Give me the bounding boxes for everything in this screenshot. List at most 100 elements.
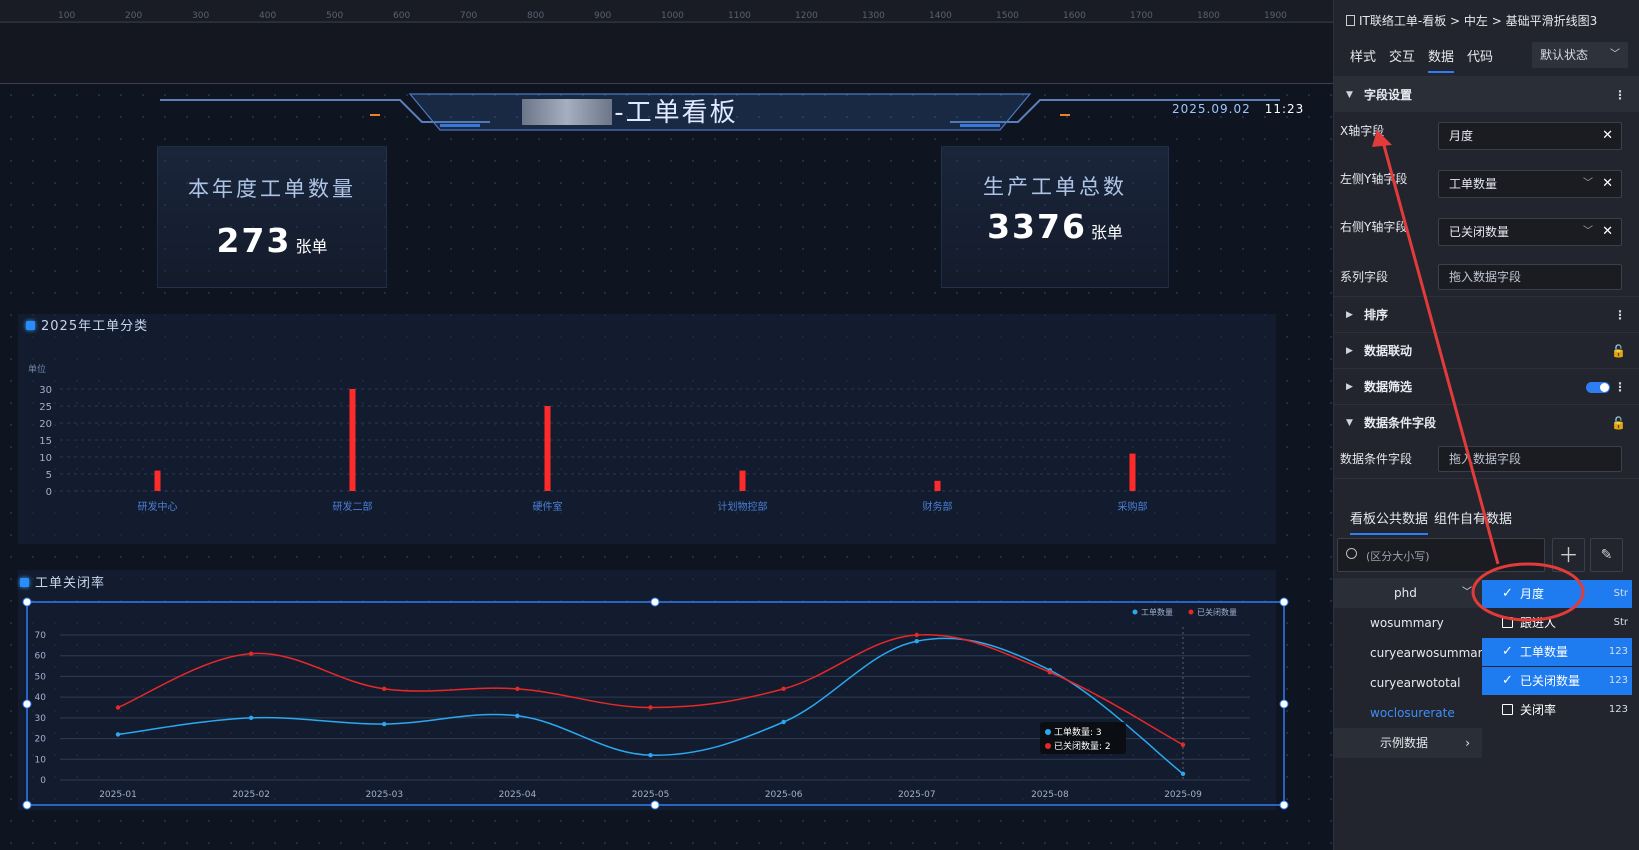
data-point[interactable] — [1180, 742, 1186, 747]
add-button[interactable]: ＋ — [1552, 538, 1585, 572]
caret-down-icon: ▼ — [1346, 418, 1353, 428]
lock-icon[interactable]: 🔓 — [1611, 333, 1626, 369]
field-item[interactable]: ✓ 已关闭数量 123 — [1482, 667, 1632, 695]
field-item[interactable]: 跟进人 Str — [1482, 609, 1632, 637]
clear-icon[interactable]: ✕ — [1602, 123, 1613, 149]
toggle-knob — [1600, 383, 1609, 392]
clear-icon[interactable]: ✕ — [1602, 171, 1613, 197]
data-point[interactable] — [1180, 771, 1186, 776]
condition-field-dropzone[interactable]: 拖入数据字段 — [1438, 446, 1622, 472]
package-item[interactable]: wosummary — [1334, 608, 1482, 638]
tab-data[interactable]: 数据 — [1428, 46, 1455, 73]
data-point[interactable] — [781, 686, 786, 692]
tooltip-text: 已关闭数量: 2 — [1054, 740, 1111, 752]
left-y-field[interactable]: 工单数量 ﹀ ✕ — [1438, 170, 1622, 198]
caret-right-icon: ▶ — [1346, 382, 1353, 392]
data-point[interactable] — [914, 639, 919, 644]
left-y-field-label: 左侧Y轴字段 — [1340, 172, 1408, 186]
search-icon — [1346, 548, 1357, 559]
x-tick-label: 2025-09 — [1164, 790, 1202, 800]
package-item[interactable]: curyearwosummary — [1334, 638, 1490, 668]
resize-handle[interactable] — [22, 699, 32, 709]
data-point[interactable] — [648, 752, 653, 758]
section-title: 数据条件字段 — [1364, 416, 1437, 430]
tab-interaction[interactable]: 交互 — [1389, 46, 1415, 65]
more-icon[interactable]: ⋮ — [1614, 297, 1626, 333]
series-field-label: 系列字段 — [1340, 270, 1389, 284]
series-field-dropzone[interactable]: 拖入数据字段 — [1438, 264, 1622, 290]
section-data-filter[interactable]: ▶ 数据筛选 ⋮ — [1334, 368, 1639, 404]
checkmark-icon: ✓ — [1502, 586, 1513, 601]
data-point[interactable] — [515, 686, 520, 692]
data-point[interactable] — [382, 721, 387, 727]
chevron-down-icon: ﹀ — [1610, 49, 1620, 60]
data-point[interactable] — [781, 719, 786, 725]
tab-public-data[interactable]: 看板公共数据 — [1350, 508, 1429, 535]
tooltip-marker — [1045, 743, 1051, 749]
field-name: 工单数量 — [1520, 645, 1569, 659]
data-point[interactable] — [115, 732, 121, 737]
data-point[interactable] — [515, 713, 520, 718]
data-point[interactable] — [115, 705, 121, 710]
resize-handle[interactable] — [650, 597, 660, 607]
resize-handle[interactable] — [1279, 699, 1289, 709]
section-field-settings[interactable]: ▼ 字段设置 ⋮ — [1334, 76, 1639, 112]
state-select-value: 默认状态 — [1540, 48, 1589, 62]
resize-handle[interactable] — [22, 597, 32, 607]
field-name: 已关闭数量 — [1520, 674, 1581, 688]
package-item-active[interactable]: woclosurerate — [1334, 698, 1482, 728]
right-y-field-label: 右侧Y轴字段 — [1340, 220, 1408, 234]
checkbox[interactable] — [1502, 617, 1513, 628]
y-tick-label: 40 — [35, 693, 47, 703]
clear-icon[interactable]: ✕ — [1602, 219, 1613, 245]
field-type: 123 — [1608, 704, 1628, 715]
field-item[interactable]: ✓ 工单数量 123 — [1482, 638, 1632, 666]
section-data-linkage[interactable]: ▶ 数据联动 🔓 — [1334, 332, 1639, 368]
tab-own-data[interactable]: 组件自有数据 — [1434, 508, 1512, 527]
section-title: 字段设置 — [1364, 88, 1413, 102]
section-data-condition[interactable]: ▼ 数据条件字段 🔓 — [1334, 404, 1639, 440]
series-line[interactable] — [117, 633, 1184, 746]
config-panel: IT联络工单-看板 > 中左 > 基础平滑折线图3 样式 交互 数据 代码 默认… — [1333, 0, 1639, 850]
search-input[interactable]: (区分大小写) — [1337, 538, 1545, 572]
data-point[interactable] — [914, 632, 919, 638]
field-item[interactable]: ✓ 月度 Str — [1482, 580, 1632, 608]
data-point[interactable] — [248, 651, 254, 656]
field-item[interactable]: 关闭率 123 — [1482, 696, 1632, 724]
x-axis-field-label: X轴字段 — [1340, 124, 1385, 138]
lock-icon[interactable]: 🔓 — [1611, 405, 1626, 441]
tab-style[interactable]: 样式 — [1350, 46, 1376, 65]
sample-data-item[interactable]: 示例数据 › — [1334, 728, 1482, 758]
y-tick-label: 10 — [35, 755, 47, 765]
x-tick-label: 2025-05 — [632, 790, 670, 800]
x-tick-label: 2025-04 — [499, 790, 537, 800]
more-icon[interactable]: ⋮ — [1614, 77, 1626, 113]
selection-frame[interactable] — [26, 601, 1285, 806]
chevron-down-icon[interactable]: ﹀ — [1583, 219, 1593, 245]
package-item[interactable]: curyearwototal — [1334, 668, 1482, 698]
right-y-field[interactable]: 已关闭数量 ﹀ ✕ — [1438, 218, 1622, 246]
checkmark-icon: ✓ — [1502, 673, 1513, 688]
section-sort[interactable]: ▶ 排序 ⋮ — [1334, 296, 1639, 332]
edit-icon[interactable]: ✎ — [1590, 538, 1623, 572]
resize-handle[interactable] — [22, 800, 32, 810]
chevron-down-icon: ﹀ — [1462, 587, 1472, 598]
x-axis-field[interactable]: 月度 ✕ — [1438, 122, 1622, 150]
editor-canvas[interactable]: 100 200 300 400 500 600 700 800 900 1000 1100 1200 1… — [0, 0, 1333, 850]
resize-handle[interactable] — [650, 800, 660, 810]
package-phd[interactable]: phd ﹀ — [1334, 578, 1482, 608]
data-point[interactable] — [648, 705, 653, 710]
chevron-down-icon[interactable]: ﹀ — [1583, 171, 1593, 197]
data-point[interactable] — [1047, 670, 1053, 675]
data-point[interactable] — [248, 715, 254, 721]
tab-code[interactable]: 代码 — [1467, 46, 1493, 65]
resize-handle[interactable] — [1279, 597, 1289, 607]
resize-handle[interactable] — [1279, 800, 1289, 810]
tooltip-marker — [1045, 729, 1051, 735]
state-select[interactable]: 默认状态 ﹀ — [1532, 42, 1628, 68]
more-icon[interactable]: ⋮ — [1614, 369, 1626, 405]
checkbox[interactable] — [1502, 704, 1513, 715]
data-point[interactable] — [382, 686, 387, 692]
filter-toggle[interactable] — [1586, 382, 1610, 393]
package-label: 示例数据 — [1380, 736, 1429, 750]
